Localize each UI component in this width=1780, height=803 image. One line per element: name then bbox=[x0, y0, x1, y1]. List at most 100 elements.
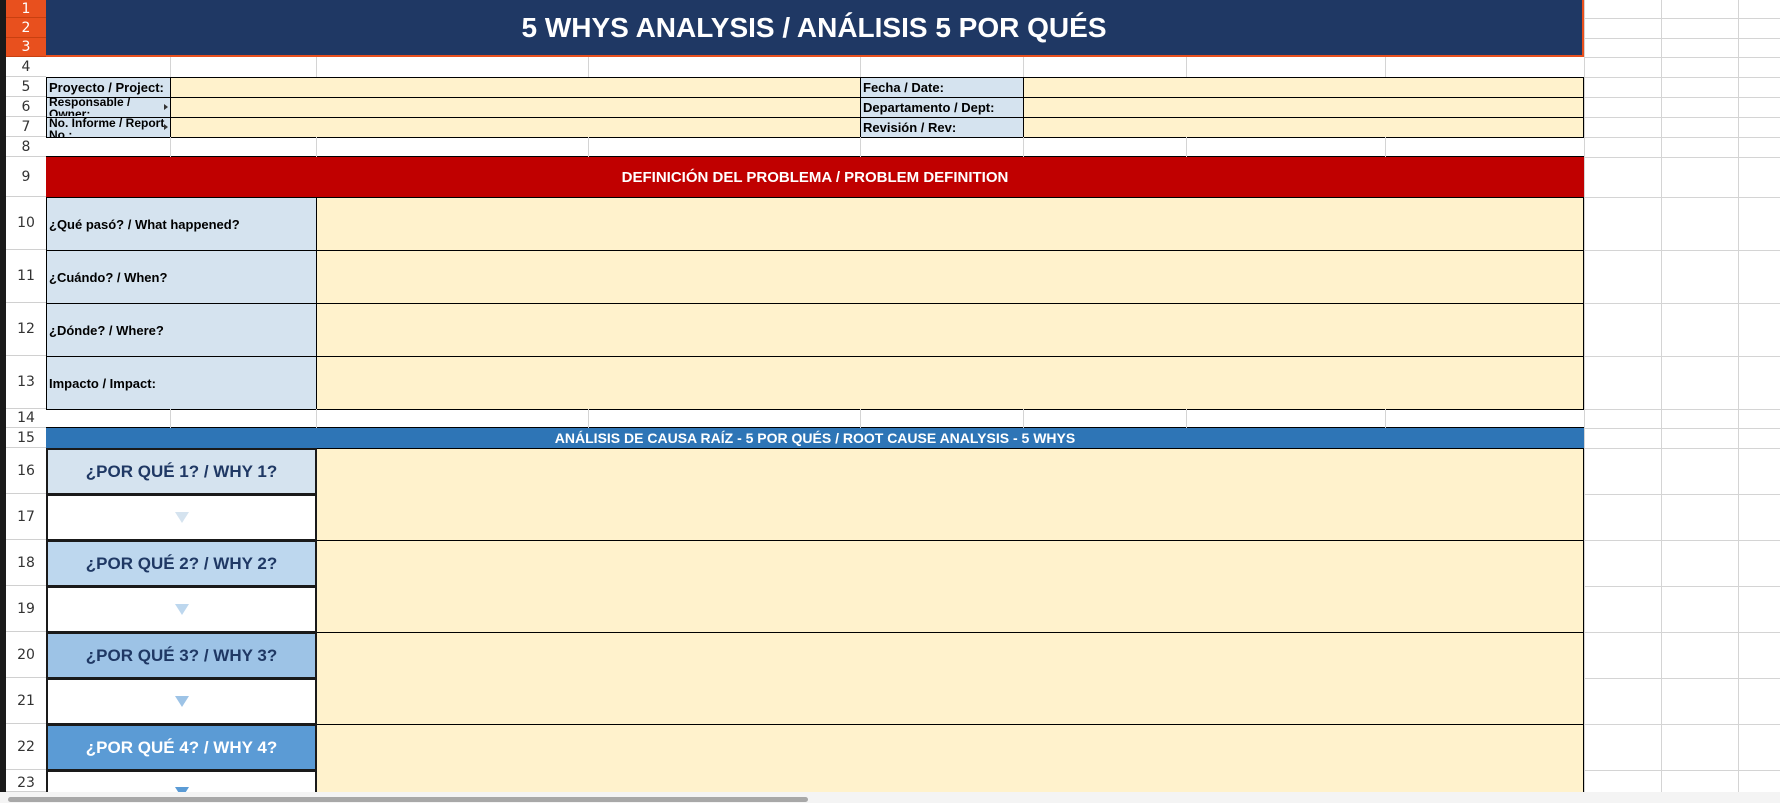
row-header[interactable]: 4 bbox=[6, 57, 46, 77]
when-label[interactable]: ¿Cuándo? / When? bbox=[46, 250, 317, 304]
grid-line bbox=[170, 57, 171, 77]
grid-line bbox=[316, 409, 317, 428]
when-input[interactable] bbox=[316, 250, 1584, 304]
page-title: 5 WHYS ANALYSIS / ANÁLISIS 5 POR QUÉS bbox=[521, 11, 1107, 43]
impact-label[interactable]: Impacto / Impact: bbox=[46, 356, 317, 410]
grid-line bbox=[1584, 540, 1780, 541]
row-header[interactable]: 21 bbox=[6, 678, 46, 724]
row-header[interactable]: 10 bbox=[6, 197, 46, 250]
why4-arrow-cell[interactable] bbox=[46, 770, 317, 792]
grid-line bbox=[1186, 137, 1187, 157]
grid-line bbox=[860, 137, 861, 157]
why1-label[interactable]: ¿POR QUÉ 1? / WHY 1? bbox=[46, 448, 317, 495]
why2-arrow-cell[interactable] bbox=[46, 586, 317, 633]
owner-label[interactable]: Responsable / Owner: bbox=[46, 97, 171, 118]
grid-line bbox=[1584, 724, 1780, 725]
empty-row[interactable] bbox=[46, 137, 1584, 157]
row-header[interactable]: 13 bbox=[6, 356, 46, 409]
row-header[interactable]: 7 bbox=[6, 117, 46, 137]
project-label[interactable]: Proyecto / Project: bbox=[46, 77, 171, 98]
grid-line bbox=[170, 137, 171, 157]
row-header[interactable]: 5 bbox=[6, 77, 46, 97]
date-input[interactable] bbox=[1023, 77, 1584, 98]
why1-answer[interactable] bbox=[316, 448, 1584, 541]
grid-line bbox=[1584, 428, 1780, 429]
why2-label[interactable]: ¿POR QUÉ 2? / WHY 2? bbox=[46, 540, 317, 587]
overflow-arrow-icon bbox=[164, 124, 168, 130]
row-header[interactable]: 1 bbox=[6, 0, 46, 18]
grid-line bbox=[1584, 97, 1780, 98]
row-header[interactable]: 14 bbox=[6, 409, 46, 428]
date-label[interactable]: Fecha / Date: bbox=[860, 77, 1024, 98]
grid-line bbox=[1584, 117, 1780, 118]
grid-line bbox=[1584, 494, 1780, 495]
grid-line bbox=[1584, 448, 1780, 449]
grid-line bbox=[588, 409, 589, 428]
grid-line bbox=[860, 57, 861, 77]
row-header[interactable]: 17 bbox=[6, 494, 46, 540]
grid-line bbox=[1186, 57, 1187, 77]
row-header[interactable]: 11 bbox=[6, 250, 46, 303]
grid-line bbox=[1023, 409, 1024, 428]
empty-row[interactable] bbox=[46, 57, 1584, 77]
grid-line bbox=[1385, 137, 1386, 157]
what-input[interactable] bbox=[316, 197, 1584, 251]
grid-line bbox=[1023, 137, 1024, 157]
dept-label[interactable]: Departamento / Dept: bbox=[860, 97, 1024, 118]
project-input[interactable] bbox=[170, 77, 861, 98]
grid-line bbox=[1738, 0, 1739, 792]
empty-row[interactable] bbox=[46, 409, 1584, 428]
grid-line bbox=[1385, 409, 1386, 428]
impact-input[interactable] bbox=[316, 356, 1584, 410]
row-header[interactable]: 2 bbox=[6, 18, 46, 38]
owner-input[interactable] bbox=[170, 97, 861, 118]
grid-line bbox=[1584, 77, 1780, 78]
report-label[interactable]: No. Informe / Report No.: bbox=[46, 117, 171, 138]
why4-answer[interactable] bbox=[316, 724, 1584, 792]
grid-line bbox=[1584, 586, 1780, 587]
row-header[interactable]: 12 bbox=[6, 303, 46, 356]
where-label[interactable]: ¿Dónde? / Where? bbox=[46, 303, 317, 357]
where-input[interactable] bbox=[316, 303, 1584, 357]
grid-line bbox=[1584, 38, 1780, 39]
row-header[interactable]: 22 bbox=[6, 724, 46, 770]
grid-line bbox=[170, 409, 171, 428]
grid-line bbox=[1186, 409, 1187, 428]
down-arrow-icon bbox=[174, 696, 189, 707]
scrollbar-thumb[interactable] bbox=[8, 797, 808, 802]
row-header[interactable]: 18 bbox=[6, 540, 46, 586]
row-header[interactable]: 6 bbox=[6, 97, 46, 117]
why2-answer[interactable] bbox=[316, 540, 1584, 633]
rev-label[interactable]: Revisión / Rev: bbox=[860, 117, 1024, 138]
row-header[interactable]: 9 bbox=[6, 157, 46, 197]
why3-arrow-cell[interactable] bbox=[46, 678, 317, 725]
grid-line bbox=[1584, 137, 1780, 138]
problem-section-header[interactable]: DEFINICIÓN DEL PROBLEMA / PROBLEM DEFINI… bbox=[46, 157, 1584, 197]
report-input[interactable] bbox=[170, 117, 861, 138]
row-header[interactable]: 15 bbox=[6, 428, 46, 448]
why4-label[interactable]: ¿POR QUÉ 4? / WHY 4? bbox=[46, 724, 317, 771]
rev-input[interactable] bbox=[1023, 117, 1584, 138]
grid-line bbox=[1584, 409, 1780, 410]
grid-line bbox=[1584, 250, 1780, 251]
grid-line bbox=[588, 57, 589, 77]
row-header[interactable]: 16 bbox=[6, 448, 46, 494]
what-label[interactable]: ¿Qué pasó? / What happened? bbox=[46, 197, 317, 251]
grid-line bbox=[1385, 57, 1386, 77]
row-header[interactable]: 8 bbox=[6, 137, 46, 157]
grid-line bbox=[316, 137, 317, 157]
row-header[interactable]: 20 bbox=[6, 632, 46, 678]
row-header[interactable]: 19 bbox=[6, 586, 46, 632]
rca-section-header[interactable]: ANÁLISIS DE CAUSA RAÍZ - 5 POR QUÉS / RO… bbox=[46, 428, 1584, 448]
why3-label[interactable]: ¿POR QUÉ 3? / WHY 3? bbox=[46, 632, 317, 679]
row-header[interactable]: 23 bbox=[6, 770, 46, 792]
why1-arrow-cell[interactable] bbox=[46, 494, 317, 541]
why3-answer[interactable] bbox=[316, 632, 1584, 725]
grid-line bbox=[1584, 303, 1780, 304]
grid-line bbox=[1584, 0, 1585, 792]
report-label-text: No. Informe / Report No.: bbox=[49, 117, 165, 137]
grid-line bbox=[1023, 57, 1024, 77]
title-banner[interactable]: 5 WHYS ANALYSIS / ANÁLISIS 5 POR QUÉS bbox=[46, 0, 1584, 57]
row-header[interactable]: 3 bbox=[6, 38, 46, 57]
dept-input[interactable] bbox=[1023, 97, 1584, 118]
